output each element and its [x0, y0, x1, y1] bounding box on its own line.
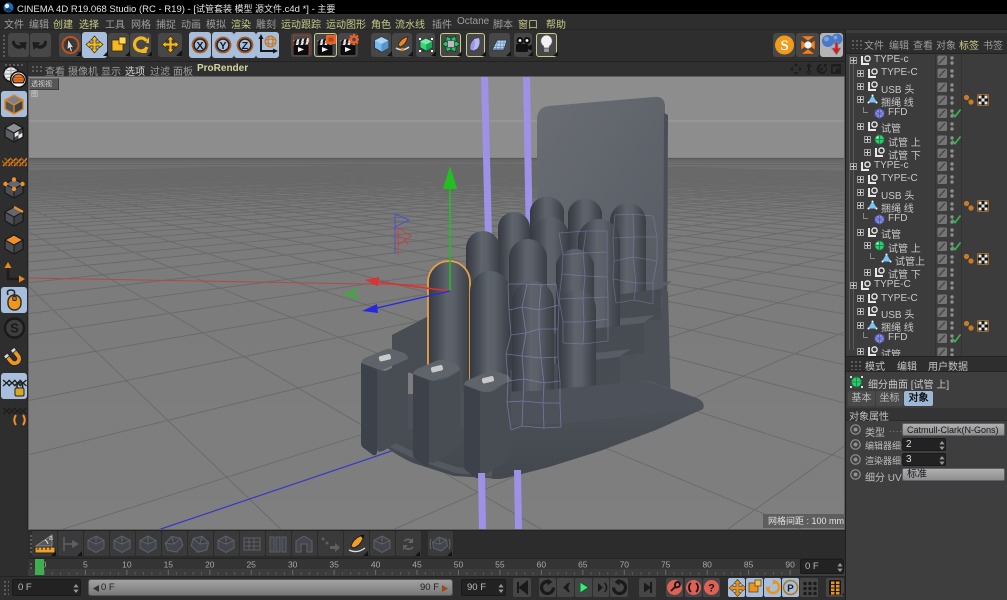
- svg-text:40: 40: [371, 560, 381, 570]
- svg-text:75: 75: [661, 560, 671, 570]
- svg-text:80: 80: [702, 560, 712, 570]
- svg-text:70: 70: [620, 560, 630, 570]
- svg-text:45: 45: [412, 560, 422, 570]
- svg-text:65: 65: [578, 560, 588, 570]
- svg-text:90: 90: [785, 560, 795, 570]
- svg-text:网格间距 : 100 mm: 网格间距 : 100 mm: [768, 515, 844, 526]
- svg-text:X: X: [196, 40, 203, 52]
- svg-text:25: 25: [246, 560, 256, 570]
- svg-text:15: 15: [164, 560, 174, 570]
- svg-text:60: 60: [537, 560, 547, 570]
- svg-text:35: 35: [329, 560, 339, 570]
- svg-text:5: 5: [83, 560, 88, 570]
- svg-text:S: S: [780, 38, 788, 54]
- svg-text:55: 55: [495, 560, 505, 570]
- svg-text:?: ?: [708, 583, 715, 595]
- svg-text:Z: Z: [242, 40, 249, 52]
- svg-text:30: 30: [288, 560, 298, 570]
- svg-text:50: 50: [454, 560, 464, 570]
- svg-text:S: S: [10, 321, 19, 336]
- svg-text:P: P: [787, 584, 794, 595]
- svg-text:Y: Y: [219, 40, 226, 52]
- svg-text:a: a: [49, 535, 53, 542]
- svg-text:20: 20: [205, 560, 215, 570]
- svg-text:10: 10: [122, 560, 132, 570]
- svg-text:85: 85: [744, 560, 754, 570]
